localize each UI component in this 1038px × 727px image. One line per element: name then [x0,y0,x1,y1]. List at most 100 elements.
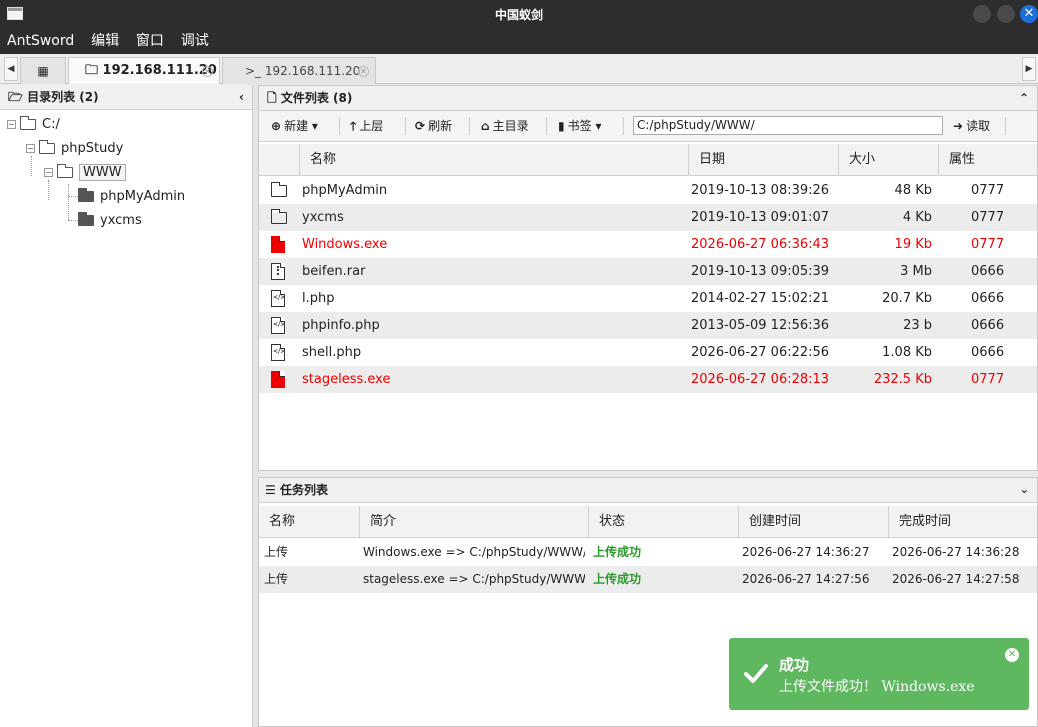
bookmark-button[interactable]: ▮ 书签 ▾ [558,116,601,136]
tab-terminal-label: 192.168.111.20 [264,64,361,78]
up-button[interactable]: 🡑 上层 [350,116,383,136]
file-name: phpinfo.php [302,318,380,333]
column-name[interactable]: 名称 [299,144,688,176]
bookmark-button-label: 书签 [567,119,592,133]
code-file-icon [271,290,285,307]
read-button[interactable]: ➜ 读取 [953,116,990,136]
tree-node-phpstudy[interactable]: − phpStudy [26,139,123,159]
list-icon: ☰ [265,483,280,497]
executable-file-icon [271,236,285,253]
plus-circle-icon: ⊕ [271,119,282,133]
collapse-up-icon[interactable]: ⌃ [1019,86,1029,110]
column-task-finished[interactable]: 完成时间 [888,506,1038,538]
tree-collapse-icon[interactable]: − [44,168,53,177]
column-date[interactable]: 日期 [688,144,838,176]
maximize-button[interactable] [997,5,1015,23]
file-row[interactable]: phpinfo.php 2013-05-09 12:56:36 23 b 0666 [259,312,1037,339]
task-desc: Windows.exe => C:/phpStudy/WWW/ [363,545,585,559]
task-row[interactable]: 上传 stageless.exe => C:/phpStudy/WWW/上传成功 2… [259,566,1037,593]
tree-collapse-icon[interactable]: − [7,120,16,129]
column-task-created[interactable]: 创建时间 [738,506,888,538]
file-date: 2019-10-13 09:01:07 [691,210,830,225]
tab-grid-home[interactable]: ▦ [20,57,66,84]
collapse-left-icon[interactable]: ‹ [239,85,244,109]
tab-scroll-right-icon[interactable]: ▶ [1022,57,1036,81]
directory-panel-title: 目录列表 (2) [27,90,99,104]
new-button-label: 新建 [284,119,309,133]
file-name: yxcms [302,210,344,225]
folder-open-icon: 🗁 [8,90,28,104]
code-file-icon [271,317,285,334]
close-button[interactable]: ✕ [1020,5,1038,23]
executable-file-icon [271,371,285,388]
folder-icon: 🗀 [85,63,103,78]
toast-close-icon[interactable]: ✕ [1005,648,1019,662]
file-date: 2013-05-09 12:56:36 [691,318,830,333]
refresh-button[interactable]: ⟳ 刷新 [415,116,452,136]
directory-panel: 🗁 目录列表 (2) ‹ − C:/ − phpStudy − WWW phpMyAd… [0,85,253,727]
new-button[interactable]: ⊕ 新建 ▾ [271,116,318,136]
bookmark-icon: ▮ [558,119,565,133]
file-row[interactable]: l.php 2014-02-27 15:02:21 20.7 Kb 0666 [259,285,1037,312]
file-date: 2019-10-13 08:39:26 [691,183,830,198]
task-status: 上传成功 [593,545,642,559]
tab-terminal[interactable]: >_ 192.168.111.20 ✕ [222,57,376,84]
file-name: l.php [302,291,335,306]
tree-node-phpmyadmin[interactable]: phpMyAdmin [78,187,185,207]
folder-icon [271,182,287,197]
tree-node-yxcms[interactable]: yxcms [78,211,142,231]
menu-debug[interactable]: 调试 [174,28,215,54]
chevron-down-icon[interactable]: ⌄ [1020,478,1029,502]
file-attr: 0666 [971,291,1005,306]
tab-bar: ◀ ▦ 🗀 192.168.111.20 ✕ >_ 192.168.111.20… [0,54,1038,84]
file-toolbar: ⊕ 新建 ▾ 🡑 上层 ⟳ 刷新 ⌂ 主目录 ▮ 书签 ▾ C:/phpStudy/WWW… [259,111,1037,142]
menu-antsword[interactable]: AntSword [0,28,80,54]
tree-node-root[interactable]: − C:/ [7,115,60,135]
refresh-button-label: 刷新 [428,119,453,133]
file-attr: 0666 [971,318,1005,333]
menu-edit[interactable]: 编辑 [84,28,125,54]
directory-panel-header: 🗁 目录列表 (2) ‹ [0,85,252,110]
file-size: 48 Kb [894,183,932,198]
menu-window[interactable]: 窗口 [129,28,170,54]
column-task-name[interactable]: 名称 [259,506,359,538]
file-size: 19 Kb [894,237,932,252]
path-input[interactable]: C:/phpStudy/WWW/ [633,116,943,135]
tab-close-icon[interactable]: ✕ [358,66,369,77]
file-date: 2026-06-27 06:28:13 [691,372,830,387]
file-attr: 0666 [971,345,1005,360]
file-row[interactable]: Windows.exe 2026-06-27 06:36:43 19 Kb 0777 [259,231,1037,258]
column-size[interactable]: 大小 [838,144,938,176]
column-task-status[interactable]: 状态 [588,506,738,538]
toast-title: 成功 [779,656,810,674]
column-attr[interactable]: 属性 [938,144,1038,176]
file-attr: 0666 [971,264,1005,279]
file-row[interactable]: phpMyAdmin 2019-10-13 08:39:26 48 Kb 0777 [259,177,1037,204]
file-panel: 🗋 文件列表 (8) ⌃ ⊕ 新建 ▾ 🡑 上层 ⟳ 刷新 ⌂ 主目录 ▮ 书签 ▾ C:… [258,85,1038,471]
tree-node-www[interactable]: − WWW [44,163,126,183]
file-row[interactable]: beifen.rar 2019-10-13 09:05:39 3 Mb 0666 [259,258,1037,285]
tab-file-manager[interactable]: 🗀 192.168.111.20 ✕ [68,57,220,84]
minimize-button[interactable] [973,5,991,23]
home-button[interactable]: ⌂ 主目录 [481,116,529,136]
column-task-desc[interactable]: 简介 [359,506,588,538]
file-row[interactable]: shell.php 2026-06-27 06:22:56 1.08 Kb 0666 [259,339,1037,366]
window-title: 中国蚁剑 [494,8,543,22]
tree-collapse-icon[interactable]: − [26,144,35,153]
task-row[interactable]: 上传 Windows.exe => C:/phpStudy/WWW/上传成功 202… [259,539,1037,566]
tab-scroll-left-icon[interactable]: ◀ [4,57,18,81]
file-name: stageless.exe [302,372,391,387]
file-row[interactable]: yxcms 2019-10-13 09:01:07 4 Kb 0777 [259,204,1037,231]
terminal-icon: >_ [245,64,265,78]
file-panel-header: 🗋 文件列表 (8) ⌃ [259,86,1037,111]
title-bar: 中国蚁剑 ✕ [0,0,1038,28]
file-date: 2019-10-13 09:05:39 [691,264,830,279]
task-desc: stageless.exe => C:/phpStudy/WWW/ [363,572,585,586]
tree-node-label: phpStudy [61,141,124,156]
tree-node-label: C:/ [42,117,60,132]
task-finished: 2026-06-27 14:36:28 [892,545,1020,559]
file-grid-header: 名称 日期 大小 属性 [259,144,1037,176]
tab-close-icon[interactable]: ✕ [202,66,213,77]
file-name: beifen.rar [302,264,366,279]
file-row[interactable]: stageless.exe 2026-06-27 06:28:13 232.5 Kb… [259,366,1037,393]
